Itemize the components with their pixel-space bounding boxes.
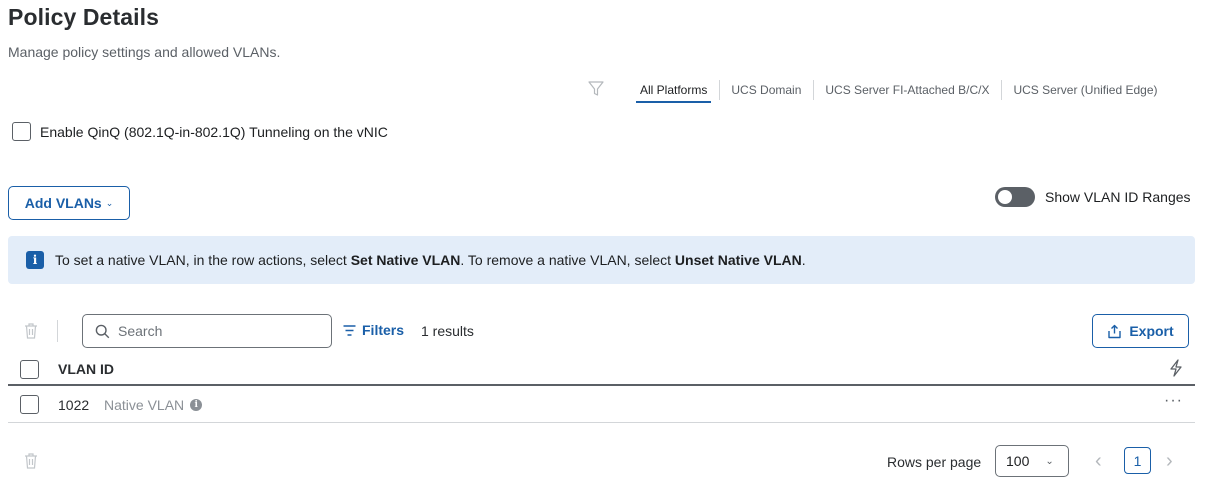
tab-ucs-server-unified-edge[interactable]: UCS Server (Unified Edge) <box>1001 80 1169 103</box>
row-actions-ellipsis-icon[interactable]: ··· <box>1164 392 1183 410</box>
previous-page-chevron-icon[interactable]: ‹ <box>1095 450 1102 473</box>
vlan-ranges-label: Show VLAN ID Ranges <box>1045 189 1191 205</box>
page-title: Policy Details <box>8 4 159 30</box>
column-header-vlan-id[interactable]: VLAN ID <box>58 361 114 377</box>
search-icon <box>95 324 110 338</box>
toggle-knob <box>998 190 1012 204</box>
vlan-id-cell: 1022 <box>58 397 90 413</box>
table-row: 1022 Native VLAN i ··· <box>8 387 1195 423</box>
filters-label: Filters <box>362 322 405 338</box>
vlan-ranges-toggle-group: Show VLAN ID Ranges <box>995 187 1191 207</box>
set-native-vlan-text: Set Native VLAN <box>350 252 461 268</box>
select-all-checkbox[interactable] <box>20 360 39 379</box>
funnel-filter-icon[interactable] <box>587 80 605 98</box>
add-vlans-button[interactable]: Add VLANs ⌄ <box>8 186 130 220</box>
banner-text: To set a native VLAN, in the row actions… <box>55 252 806 268</box>
search-box[interactable] <box>82 314 332 348</box>
unset-native-vlan-text: Unset Native VLAN <box>674 252 802 268</box>
platform-tabs: All Platforms UCS Domain UCS Server FI-A… <box>628 80 1170 104</box>
trash-icon[interactable] <box>23 452 39 470</box>
export-label: Export <box>1129 323 1174 339</box>
tab-ucs-server-fi-attached[interactable]: UCS Server FI-Attached B/C/X <box>813 80 1001 103</box>
qinq-checkbox[interactable] <box>12 122 31 141</box>
page-subtitle: Manage policy settings and allowed VLANs… <box>8 44 281 60</box>
tab-all-platforms[interactable]: All Platforms <box>628 80 719 103</box>
lightning-bolt-icon[interactable] <box>1168 359 1184 377</box>
filter-lines-icon <box>343 324 356 336</box>
chevron-down-icon: ⌄ <box>105 198 114 208</box>
qinq-label: Enable QinQ (802.1Q-in-802.1Q) Tunneling… <box>40 123 388 140</box>
native-vlan-label: Native VLAN <box>104 397 185 413</box>
toolbar-divider <box>57 320 58 342</box>
row-checkbox[interactable] <box>20 395 39 414</box>
rows-per-page-select[interactable]: 100 ⌄ <box>995 445 1069 477</box>
tab-ucs-domain[interactable]: UCS Domain <box>719 80 813 103</box>
page-number-button[interactable]: 1 <box>1124 447 1151 474</box>
next-page-chevron-icon[interactable]: › <box>1166 450 1173 473</box>
info-icon: i <box>26 251 44 269</box>
vlan-ranges-toggle[interactable] <box>995 187 1035 207</box>
qinq-option: Enable QinQ (802.1Q-in-802.1Q) Tunneling… <box>12 122 388 141</box>
trash-icon[interactable] <box>23 322 39 340</box>
search-input[interactable] <box>118 323 318 339</box>
export-icon <box>1108 324 1122 338</box>
table-header: VLAN ID <box>8 352 1195 386</box>
info-icon[interactable]: i <box>190 399 203 411</box>
chevron-down-icon: ⌄ <box>1045 455 1054 467</box>
info-banner: i To set a native VLAN, in the row actio… <box>8 236 1195 284</box>
results-count: 1 results <box>421 323 474 339</box>
filters-button[interactable]: Filters <box>343 322 404 338</box>
add-vlans-label: Add VLANs <box>24 195 102 211</box>
export-button[interactable]: Export <box>1092 314 1189 348</box>
rows-per-page-value: 100 <box>1006 453 1030 469</box>
rows-per-page-label: Rows per page <box>887 454 982 470</box>
native-vlan-tag: Native VLAN i <box>104 397 203 413</box>
